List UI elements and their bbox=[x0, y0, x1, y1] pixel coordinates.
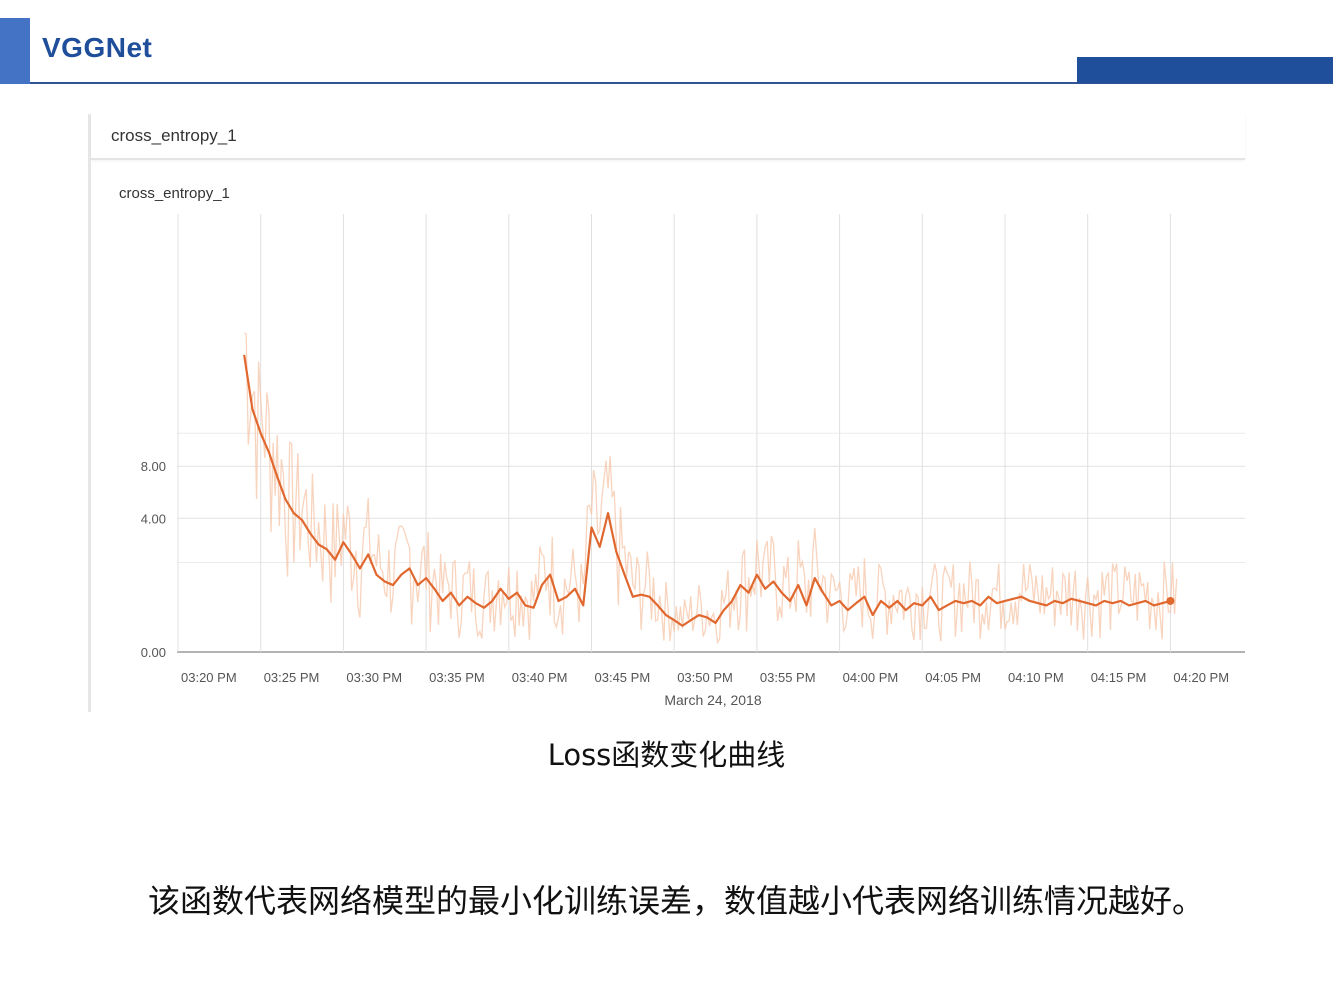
x-tick-label: 03:30 PM bbox=[346, 670, 402, 685]
x-tick-label: 03:55 PM bbox=[760, 670, 816, 685]
header-decor-block bbox=[1077, 57, 1333, 83]
x-tick-label: 03:35 PM bbox=[429, 670, 485, 685]
raw-loss-line bbox=[243, 332, 1178, 645]
chart-card: cross_entropy_1 cross_entropy_1 0.00 4.00… bbox=[88, 114, 1245, 712]
x-tick-label: 04:05 PM bbox=[925, 670, 981, 685]
x-tick-label: 03:50 PM bbox=[677, 670, 733, 685]
x-tick-label: 04:00 PM bbox=[843, 670, 899, 685]
y-tick-label: 4.00 bbox=[141, 511, 166, 526]
x-tick-label: 03:40 PM bbox=[512, 670, 568, 685]
x-tick-label: 04:15 PM bbox=[1091, 670, 1147, 685]
last-point-marker bbox=[1166, 596, 1175, 605]
x-tick-label: 04:20 PM bbox=[1173, 670, 1229, 685]
chart-title: cross_entropy_1 bbox=[119, 185, 230, 202]
y-tick-label: 0.00 bbox=[141, 645, 166, 660]
x-axis-label: March 24, 2018 bbox=[664, 692, 761, 708]
x-tick-label: 04:10 PM bbox=[1008, 670, 1064, 685]
smoothed-loss-line bbox=[243, 354, 1171, 627]
loss-chart: cross_entropy_1 0.00 4.00 8.00 03:20 PM 03:… bbox=[119, 185, 1245, 708]
header-accent-bar bbox=[0, 18, 30, 84]
y-tick-label: 8.00 bbox=[141, 459, 166, 474]
x-tick-label: 03:25 PM bbox=[264, 670, 320, 685]
slide-title: VGGNet bbox=[42, 32, 153, 63]
chart-caption: Loss函数变化曲线 bbox=[547, 738, 786, 772]
x-tick-label: 03:45 PM bbox=[595, 670, 651, 685]
description-text: 该函数代表网络模型的最小化训练误差，数值越小代表网络训练情况越好。 bbox=[148, 882, 1205, 920]
x-tick-label: 03:20 PM bbox=[181, 670, 237, 685]
